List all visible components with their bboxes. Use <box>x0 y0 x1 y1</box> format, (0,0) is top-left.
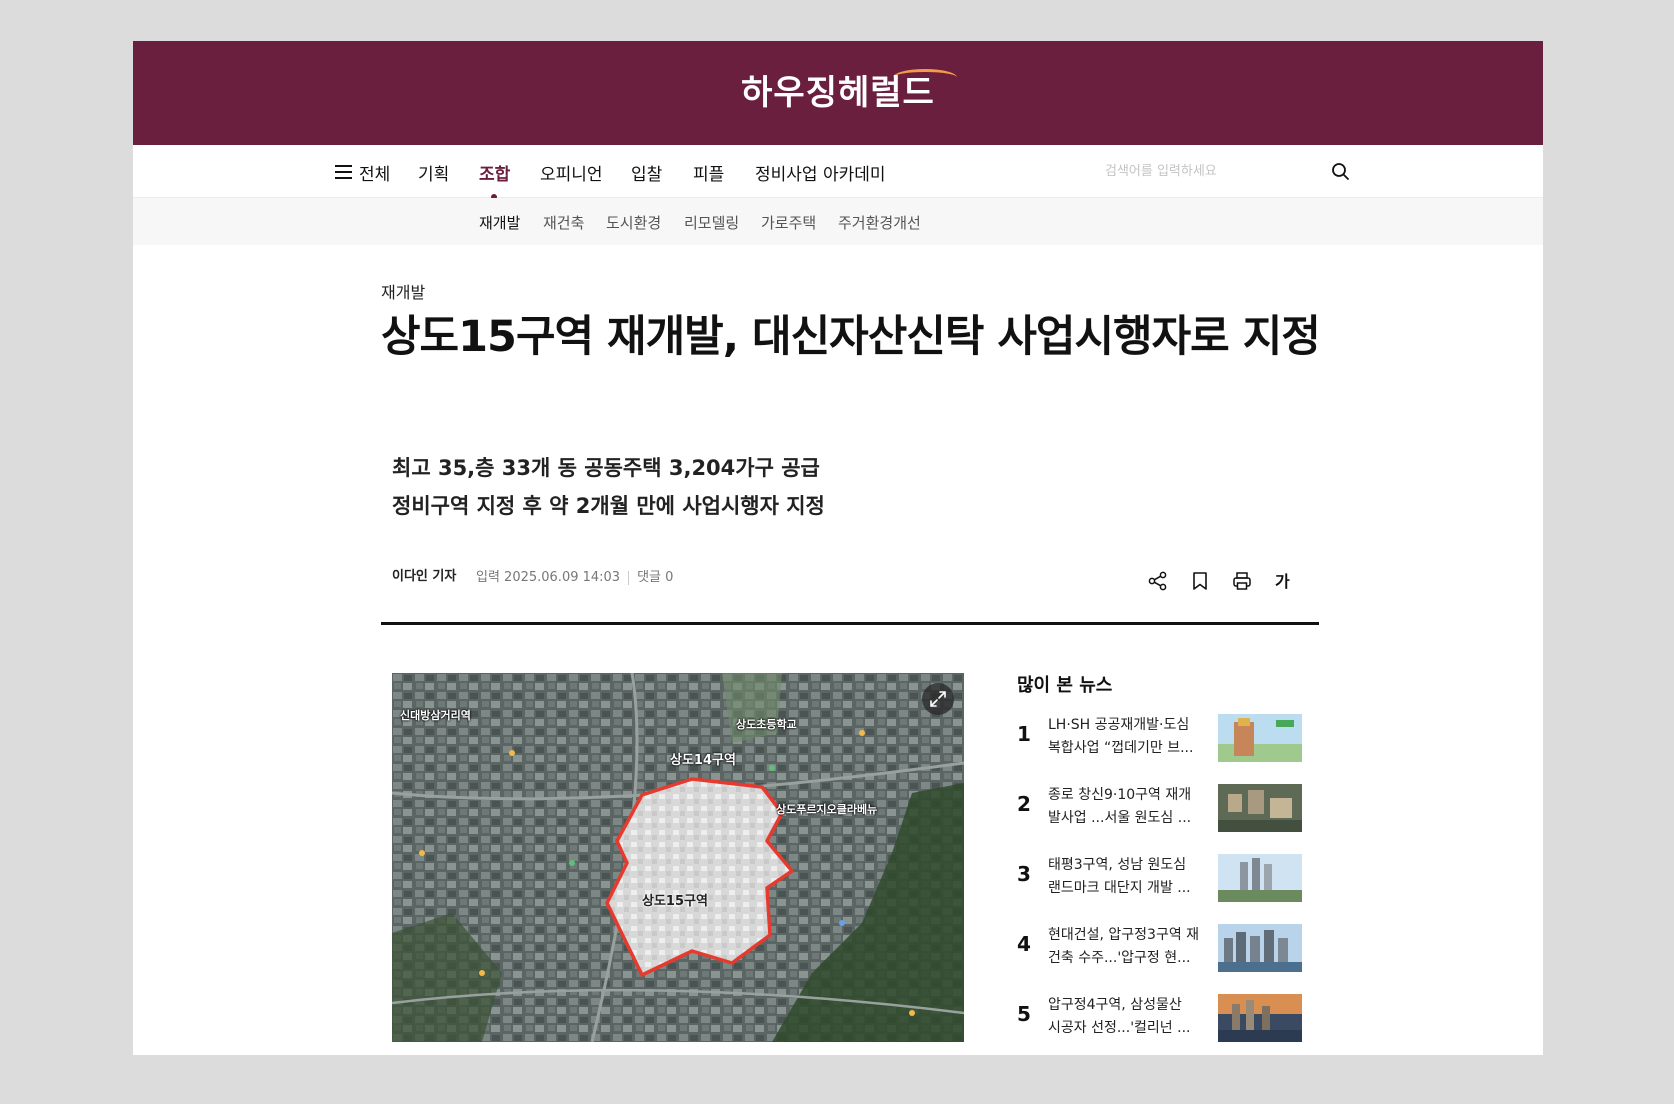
search-input[interactable] <box>1103 155 1357 187</box>
subnav-item-urban[interactable]: 도시환경 <box>606 212 661 233</box>
rank-number: 1 <box>1017 722 1031 746</box>
print-icon[interactable] <box>1231 570 1253 592</box>
satellite-map-graphic <box>392 673 964 1042</box>
reporter-name[interactable]: 이다인 기자 <box>392 565 456 584</box>
news-headline[interactable]: 현대건설, 압구정3구역 재 건축 수주...'압구정 현... <box>1048 924 1212 970</box>
comment-count[interactable]: 댓글 0 <box>637 570 673 585</box>
sub-nav: 재개발 재건축 도시환경 리모델링 가로주택 주거환경개선 <box>133 198 1543 245</box>
map-label-apartment: 상도푸르지오클라베뉴 <box>776 803 878 816</box>
share-icon[interactable] <box>1147 570 1169 592</box>
news-thumbnail[interactable] <box>1218 714 1302 762</box>
news-thumbnail[interactable] <box>1218 784 1302 832</box>
main-nav: 전체 기획 조합 오피니언 입찰 피플 정비사업 아카데미 <box>133 145 1543 200</box>
most-viewed-item[interactable]: 4 현대건설, 압구정3구역 재 건축 수주...'압구정 현... <box>1017 924 1317 974</box>
menu-icon[interactable] <box>335 165 352 179</box>
news-headline[interactable]: 압구정4구역, 삼성물산 시공자 선정...'컬리넌 ... <box>1048 994 1212 1040</box>
map-label-school: 상도초등학교 <box>736 718 797 731</box>
nav-item-bidding[interactable]: 입찰 <box>631 160 662 185</box>
expand-image-button[interactable] <box>922 683 954 715</box>
rank-number: 4 <box>1017 932 1031 956</box>
article-meta: 입력 2025.06.09 14:03 댓글 0 <box>476 566 673 585</box>
expand-icon <box>930 691 946 707</box>
news-thumbnail[interactable] <box>1218 854 1302 902</box>
nav-item-opinion[interactable]: 오피니언 <box>540 160 603 185</box>
article-category[interactable]: 재개발 <box>381 279 425 303</box>
article-subtitle: 최고 35,층 33개 동 공동주택 3,204가구 공급 정비구역 지정 후 … <box>392 449 1192 525</box>
site-logo[interactable]: 하우징헤럴드 <box>133 65 1543 114</box>
article-title: 상도15구역 재개발, 대신자산신탁 사업시행자로 지정 <box>381 312 1321 362</box>
subtitle-line: 정비구역 지정 후 약 2개월 만에 사업시행자 지정 <box>392 494 825 518</box>
header-brandbar: 하우징헤럴드 <box>133 41 1543 145</box>
font-size-button[interactable]: 가 <box>1275 568 1290 592</box>
map-label-station: 신대방삼거리역 <box>400 709 471 722</box>
most-viewed-item[interactable]: 2 종로 창신9·10구역 재개 발사업 ...서울 원도심 ... <box>1017 784 1317 834</box>
rank-number: 2 <box>1017 792 1031 816</box>
search-icon[interactable] <box>1330 161 1352 183</box>
browser-page: 하우징헤럴드 전체 기획 조합 오피니언 입찰 피플 정비사업 아카데미 재개발… <box>133 41 1543 1055</box>
subtitle-line: 최고 35,층 33개 동 공동주택 3,204가구 공급 <box>392 456 820 480</box>
subnav-item-residential[interactable]: 주거환경개선 <box>838 212 921 233</box>
nav-item-planning[interactable]: 기획 <box>418 160 449 185</box>
header-divider <box>381 622 1319 625</box>
nav-item-people[interactable]: 피플 <box>693 160 724 185</box>
publish-date: 입력 2025.06.09 14:03 <box>476 570 621 585</box>
news-thumbnail[interactable] <box>1218 994 1302 1042</box>
news-headline[interactable]: 종로 창신9·10구역 재개 발사업 ...서울 원도심 ... <box>1048 784 1212 830</box>
subnav-item-reconstruction[interactable]: 재건축 <box>543 212 584 233</box>
map-label-area15: 상도15구역 <box>642 894 708 909</box>
most-viewed-title: 많이 본 뉴스 <box>1017 675 1113 696</box>
nav-item-academy[interactable]: 정비사업 아카데미 <box>755 160 886 185</box>
subnav-item-street-housing[interactable]: 가로주택 <box>761 212 816 233</box>
nav-item-union[interactable]: 조합 <box>479 160 510 185</box>
most-viewed-item[interactable]: 5 압구정4구역, 삼성물산 시공자 선정...'컬리넌 ... <box>1017 994 1317 1044</box>
article-map-image[interactable]: 신대방삼거리역 상도초등학교 상도14구역 상도푸르지오클라베뉴 상도15구역 <box>392 673 964 1042</box>
news-headline[interactable]: 태평3구역, 성남 원도심 랜드마크 대단지 개발 ... <box>1048 854 1212 900</box>
subnav-item-redevelopment[interactable]: 재개발 <box>479 212 520 233</box>
map-label-area14: 상도14구역 <box>670 753 736 768</box>
nav-item-all[interactable]: 전체 <box>359 160 390 185</box>
most-viewed-item[interactable]: 1 LH·SH 공공재개발·도심 복합사업 “껍데기만 브... <box>1017 714 1317 764</box>
news-thumbnail[interactable] <box>1218 924 1302 972</box>
rank-number: 5 <box>1017 1002 1031 1026</box>
subnav-item-remodeling[interactable]: 리모델링 <box>684 212 739 233</box>
rank-number: 3 <box>1017 862 1031 886</box>
bookmark-icon[interactable] <box>1189 570 1211 592</box>
most-viewed-item[interactable]: 3 태평3구역, 성남 원도심 랜드마크 대단지 개발 ... <box>1017 854 1317 904</box>
news-headline[interactable]: LH·SH 공공재개발·도심 복합사업 “껍데기만 브... <box>1048 714 1212 760</box>
